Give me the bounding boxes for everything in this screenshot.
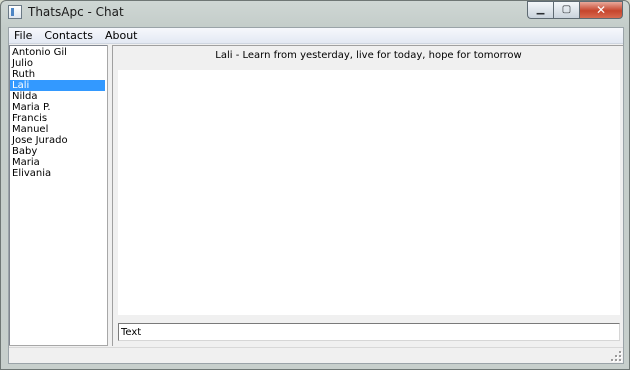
menu-contacts[interactable]: Contacts <box>38 29 99 43</box>
menu-file[interactable]: File <box>9 29 38 43</box>
caption-buttons: ▁ ▢ ✕ <box>527 1 623 19</box>
contacts-list[interactable]: Antonio Gil Julio Ruth Lali Nilda Maria … <box>9 45 108 346</box>
close-button[interactable]: ✕ <box>579 1 623 19</box>
contact-item[interactable]: Manuel <box>10 124 105 135</box>
resize-grip[interactable] <box>610 350 622 362</box>
contact-item[interactable]: Nilda <box>10 91 105 102</box>
contact-item[interactable]: Francis <box>10 113 105 124</box>
contact-item[interactable]: Jose Jurado <box>10 135 105 146</box>
window-title: ThatsApc - Chat <box>28 5 124 19</box>
contact-item[interactable]: Ruth <box>10 69 105 80</box>
title-bar[interactable]: ThatsApc - Chat ▁ ▢ ✕ <box>1 1 629 23</box>
contact-item[interactable]: Julio <box>10 58 105 69</box>
contact-item[interactable]: Baby <box>10 146 105 157</box>
contact-item-selected[interactable]: Lali <box>10 80 105 91</box>
contact-status: Lali - Learn from yesterday, live for to… <box>215 50 522 61</box>
contact-item[interactable]: Maria P. <box>10 102 105 113</box>
client-area: File Contacts About Antonio Gil Julio Ru… <box>8 27 624 364</box>
contact-item[interactable]: Maria <box>10 157 105 168</box>
maximize-button[interactable]: ▢ <box>553 1 579 19</box>
app-icon[interactable] <box>8 5 22 19</box>
menu-about[interactable]: About <box>99 29 144 43</box>
status-bar <box>9 347 623 363</box>
menu-bar: File Contacts About <box>9 28 623 44</box>
contact-item[interactable]: Elivania <box>10 168 105 179</box>
chat-pane: Lali - Learn from yesterday, live for to… <box>112 45 623 346</box>
messages-area[interactable] <box>118 70 620 315</box>
app-window: ThatsApc - Chat ▁ ▢ ✕ File Contacts Abou… <box>0 0 630 370</box>
message-input[interactable] <box>118 323 620 341</box>
minimize-button[interactable]: ▁ <box>527 1 553 19</box>
contact-item[interactable]: Antonio Gil <box>10 47 105 58</box>
